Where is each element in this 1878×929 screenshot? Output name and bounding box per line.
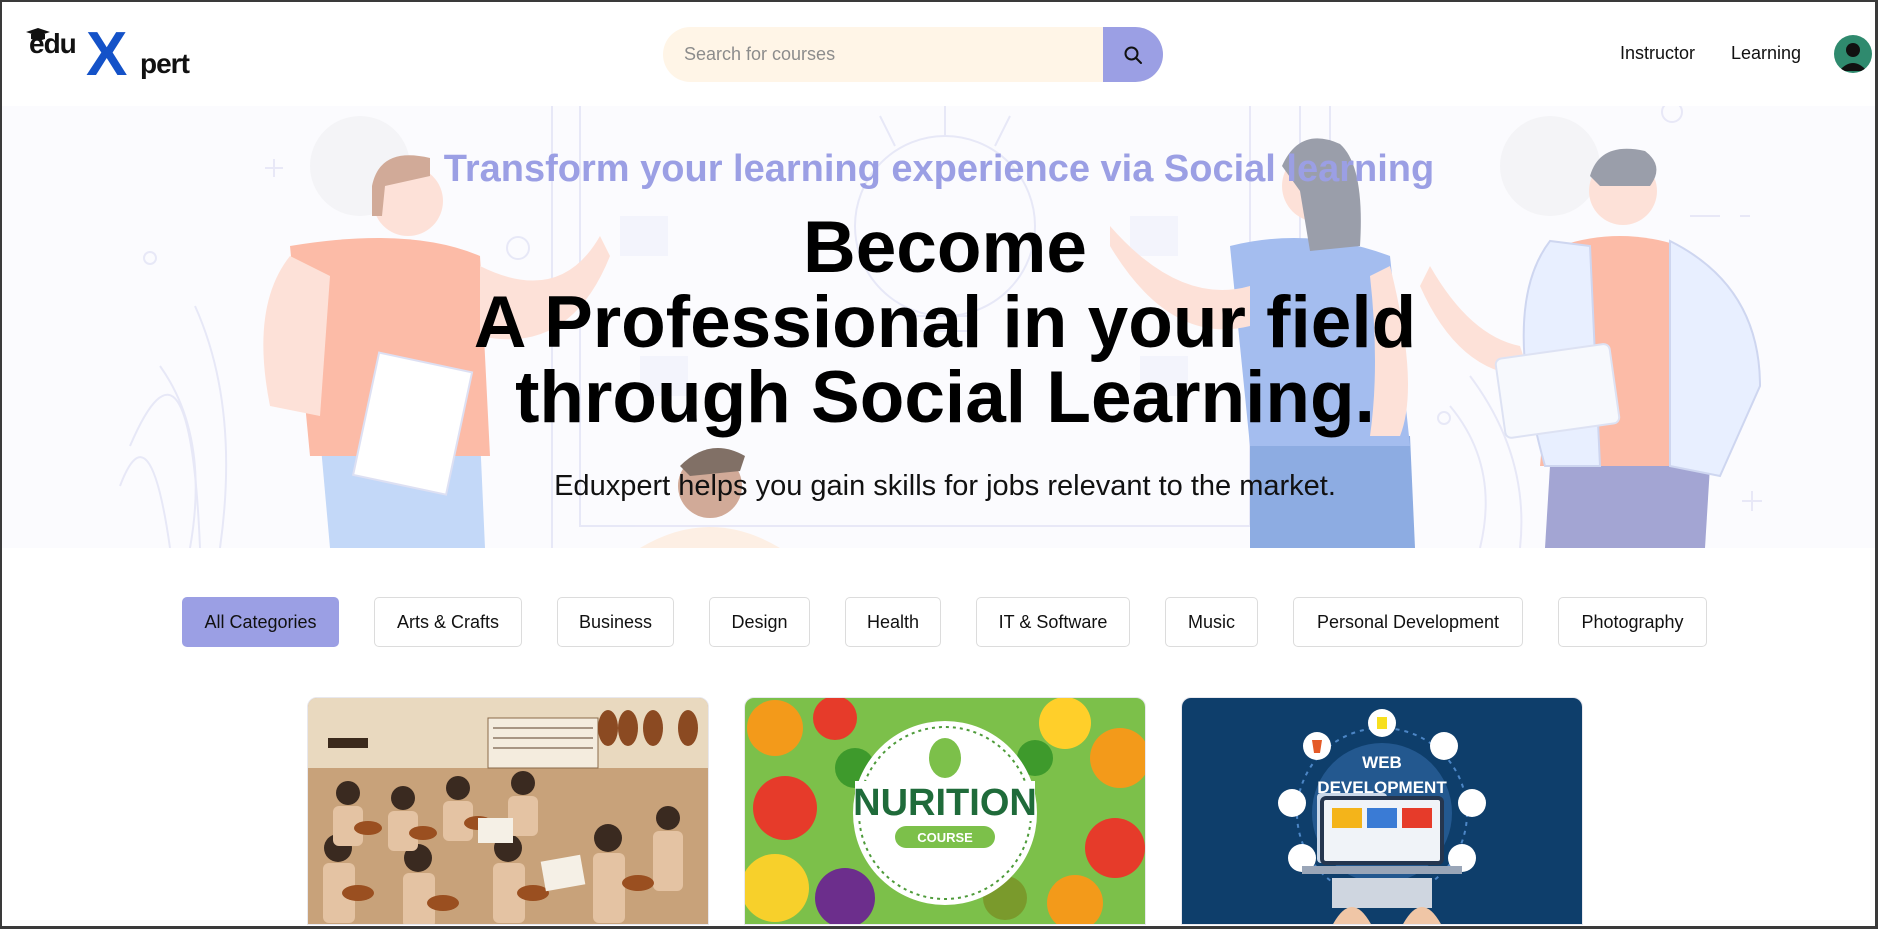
search-bar (663, 27, 1163, 82)
nav-learning-link[interactable]: Learning (1731, 43, 1801, 64)
logo-text-x: X (86, 20, 128, 89)
category-business[interactable]: Business (557, 597, 674, 647)
category-personal-development[interactable]: Personal Development (1293, 597, 1523, 647)
web-dev-title-line2: DEVELOPMENT (1317, 778, 1447, 797)
search-input[interactable] (663, 27, 1103, 82)
nutrition-course-image: NURITION COURSE (745, 698, 1145, 924)
logo-text-pert: pert (140, 48, 190, 79)
logo-text-edu: edu (29, 28, 77, 59)
hero-banner: Transform your learning experience via S… (0, 106, 1878, 548)
search-icon (1124, 46, 1142, 64)
category-all[interactable]: All Categories (182, 597, 339, 647)
category-music[interactable]: Music (1165, 597, 1258, 647)
course-card-web-development[interactable]: WEB DEVELOPMENT (1181, 697, 1583, 925)
web-dev-title-line1: WEB (1362, 753, 1402, 772)
hero-title: Become A Professional in your field thro… (0, 210, 1878, 435)
violin-orchestra-class-image (308, 698, 708, 924)
hero-subtitle: Transform your learning experience via S… (443, 148, 1435, 190)
nav-instructor-link[interactable]: Instructor (1620, 43, 1695, 64)
category-photography[interactable]: Photography (1558, 597, 1707, 647)
hero-title-line2: A Professional in your field (473, 282, 1417, 363)
nutrition-badge-subtitle: COURSE (917, 830, 973, 845)
category-health[interactable]: Health (845, 597, 941, 647)
course-card-music[interactable] (307, 697, 709, 925)
category-it-software[interactable]: IT & Software (976, 597, 1130, 647)
search-button[interactable] (1103, 27, 1163, 82)
top-header: edu X pert Instructor Learning (0, 0, 1878, 106)
category-arts-crafts[interactable]: Arts & Crafts (374, 597, 522, 647)
nutrition-badge-title: NURITION (853, 782, 1037, 824)
category-design[interactable]: Design (709, 597, 810, 647)
hero-title-line3: through Social Learning. (515, 357, 1375, 438)
hero-description: Eduxpert helps you gain skills for jobs … (554, 470, 1336, 502)
hero-title-line1: Become (802, 207, 1087, 288)
category-filter-bar: All Categories Arts & Crafts Business De… (0, 597, 1878, 647)
eduxpert-logo[interactable]: edu X pert (26, 20, 206, 89)
course-card-nutrition[interactable]: NURITION COURSE (744, 697, 1146, 925)
user-avatar-icon[interactable] (1834, 35, 1872, 73)
web-development-image: WEB DEVELOPMENT (1182, 698, 1582, 924)
